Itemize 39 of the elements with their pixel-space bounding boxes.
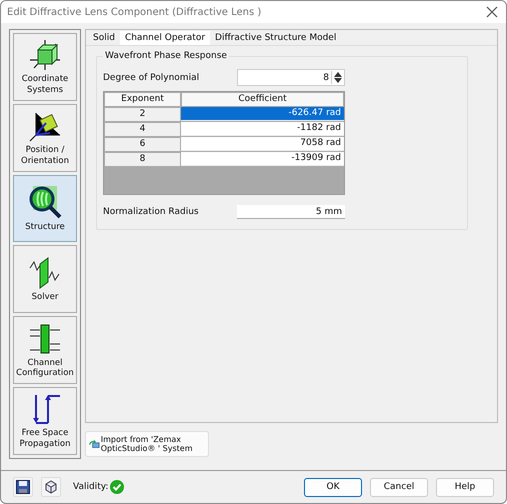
wave-plate-icon xyxy=(28,256,62,290)
row-header: 2 xyxy=(104,107,181,122)
sidebar-item[interactable]: Solver xyxy=(13,245,77,314)
field-label: Degree of Polynomial xyxy=(103,72,200,82)
close-icon[interactable] xyxy=(486,6,498,18)
row-header: 8 xyxy=(104,152,181,167)
input-field[interactable]: 5 mm xyxy=(237,205,345,219)
window-title: Edit Diffractive Lens Component (Diffractive Lens ) xyxy=(7,6,262,18)
table-cell[interactable]: 7058 rad xyxy=(181,137,344,151)
dialog-button[interactable]: Cancel xyxy=(370,478,428,496)
import-arrow-icon xyxy=(89,437,100,451)
cube-icon xyxy=(44,480,58,494)
column-header: Coefficient xyxy=(181,92,344,107)
magnifier-icon xyxy=(27,184,63,220)
spin-field[interactable]: 8 xyxy=(237,69,345,86)
tab[interactable]: Channel Operator xyxy=(120,31,210,45)
import-button[interactable]: Import from 'Zemax OpticStudio® ' System xyxy=(85,431,209,457)
save-button[interactable] xyxy=(13,477,33,497)
cube-axes-icon xyxy=(28,38,62,72)
up-arrow-icon[interactable] xyxy=(334,71,342,77)
sidebar-item[interactable]: Free Space Propagation xyxy=(13,387,77,455)
sidebar-item[interactable]: Channel Configuration xyxy=(13,316,77,384)
sidebar-item[interactable]: Structure xyxy=(13,174,77,242)
group-title: Wavefront Phase Response xyxy=(103,51,229,61)
sidebar-item[interactable]: Position / Orientation xyxy=(13,104,77,172)
table-cell[interactable]: -626.47 rad xyxy=(181,107,344,121)
dialog-button[interactable]: OK xyxy=(304,478,362,496)
channel-block-icon xyxy=(28,322,62,356)
table-cell[interactable]: -13909 rad xyxy=(181,152,344,166)
sidebar-item[interactable]: Coordinate Systems xyxy=(13,33,77,101)
row-header: 6 xyxy=(104,137,181,152)
field-label: Normalization Radius xyxy=(103,207,199,217)
table-cell[interactable]: -1182 rad xyxy=(181,122,344,136)
dialog-button[interactable]: Help xyxy=(436,478,494,496)
view-3d-button[interactable] xyxy=(41,477,61,497)
column-header: Exponent xyxy=(104,92,181,107)
validity-label: Validity: xyxy=(73,482,108,492)
row-header: 4 xyxy=(104,122,181,137)
down-arrow-icon[interactable] xyxy=(334,78,342,84)
